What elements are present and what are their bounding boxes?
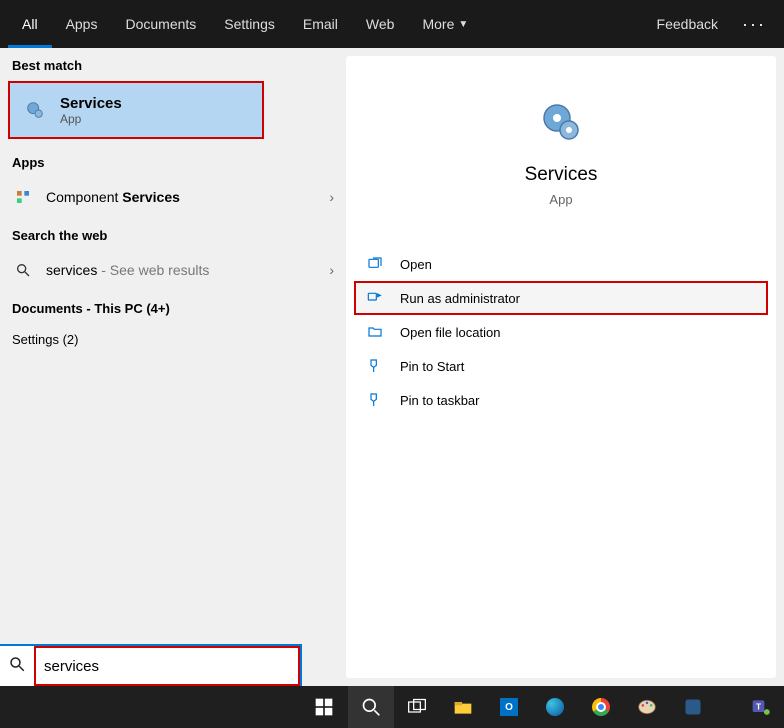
apps-section-label: Apps <box>0 145 346 176</box>
paint-icon[interactable] <box>624 686 670 728</box>
outlook-icon[interactable]: O <box>486 686 532 728</box>
folder-icon <box>364 324 386 340</box>
tab-web[interactable]: Web <box>352 0 409 48</box>
taskbar-search-button[interactable] <box>348 686 394 728</box>
action-pin-taskbar-label: Pin to taskbar <box>400 393 480 408</box>
component-services-icon <box>12 189 34 205</box>
more-options-icon[interactable]: ··· <box>732 14 776 35</box>
tab-apps[interactable]: Apps <box>52 0 112 48</box>
edge-icon[interactable] <box>532 686 578 728</box>
teams-icon[interactable]: T <box>738 686 784 728</box>
admin-shield-icon <box>364 290 386 306</box>
web-search-label: services - See web results <box>46 262 329 278</box>
preview-panel: Services App Open Run as administrator O… <box>346 56 776 678</box>
search-icon <box>12 262 34 278</box>
chevron-right-icon: › <box>329 189 334 205</box>
chevron-right-icon: › <box>329 262 334 278</box>
best-match-sub: App <box>60 112 122 126</box>
component-services-label: Component Services <box>46 189 329 205</box>
taskbar: O T <box>0 686 784 728</box>
action-pin-to-taskbar[interactable]: Pin to taskbar <box>346 383 776 417</box>
start-button[interactable] <box>300 686 348 728</box>
gear-icon <box>22 97 48 123</box>
search-box[interactable] <box>0 646 300 686</box>
action-open-loc-label: Open file location <box>400 325 500 340</box>
action-open-label: Open <box>400 257 432 272</box>
action-pin-to-start[interactable]: Pin to Start <box>346 349 776 383</box>
preview-subtitle: App <box>346 192 776 207</box>
best-match-label: Best match <box>0 48 346 79</box>
settings-section-label[interactable]: Settings (2) <box>0 322 346 353</box>
action-run-admin-label: Run as administrator <box>400 291 520 306</box>
app-icon[interactable] <box>670 686 716 728</box>
tab-more[interactable]: More▼ <box>408 0 482 48</box>
results-panel: Best match Services App Apps Component S… <box>0 48 346 686</box>
action-run-as-admin[interactable]: Run as administrator <box>354 281 768 315</box>
tab-all[interactable]: All <box>8 0 52 48</box>
gear-icon <box>535 96 587 148</box>
tab-documents[interactable]: Documents <box>111 0 210 48</box>
action-open[interactable]: Open <box>346 247 776 281</box>
best-match-services[interactable]: Services App <box>8 81 264 139</box>
chrome-icon[interactable] <box>578 686 624 728</box>
action-open-file-location[interactable]: Open file location <box>346 315 776 349</box>
feedback-link[interactable]: Feedback <box>643 0 732 48</box>
result-component-services[interactable]: Component Services › <box>0 176 346 218</box>
open-icon <box>364 256 386 272</box>
tab-settings[interactable]: Settings <box>210 0 289 48</box>
pin-icon <box>364 392 386 408</box>
pin-icon <box>364 358 386 374</box>
search-input[interactable] <box>36 648 298 684</box>
action-pin-start-label: Pin to Start <box>400 359 464 374</box>
preview-title: Services <box>346 164 776 186</box>
documents-section-label[interactable]: Documents - This PC (4+) <box>0 291 346 322</box>
chevron-down-icon: ▼ <box>458 19 468 30</box>
file-explorer-icon[interactable] <box>440 686 486 728</box>
best-match-title: Services <box>60 95 122 112</box>
tab-email[interactable]: Email <box>289 0 352 48</box>
search-web-label: Search the web <box>0 218 346 249</box>
svg-text:T: T <box>756 702 761 712</box>
task-view-button[interactable] <box>394 686 440 728</box>
result-web-search[interactable]: services - See web results › <box>0 249 346 291</box>
search-icon <box>8 655 26 678</box>
filter-tabs: All Apps Documents Settings Email Web Mo… <box>0 0 784 48</box>
